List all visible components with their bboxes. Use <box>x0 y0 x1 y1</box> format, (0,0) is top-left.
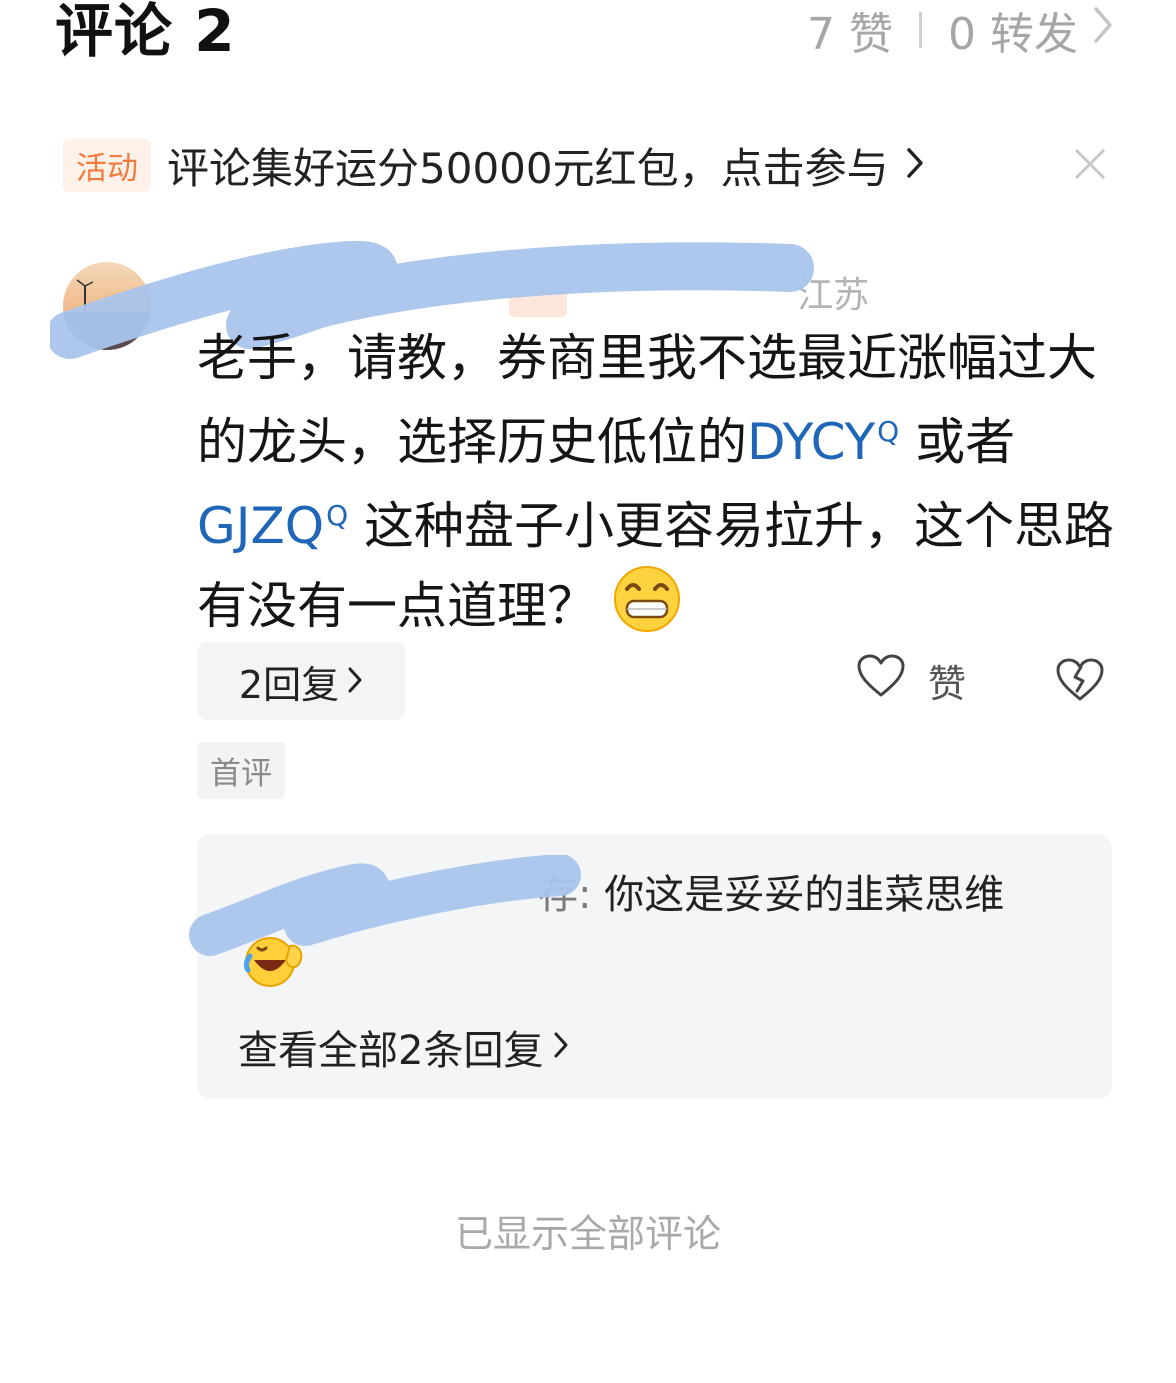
chevron-right-icon[interactable] <box>905 146 925 184</box>
likes-count[interactable]: 7 赞 <box>807 0 893 62</box>
like-button[interactable]: 赞 <box>856 652 966 708</box>
search-icon: Q <box>326 499 349 532</box>
avatar[interactable] <box>63 262 151 350</box>
stock-link-gjzq[interactable]: GJZQQ <box>197 497 348 555</box>
activity-banner[interactable]: 活动 评论集好运分50000元红包，点击参与 <box>63 137 925 193</box>
all-comments-shown-note: 已显示全部评论 <box>454 1212 721 1256</box>
like-label[interactable]: 赞 <box>928 653 966 708</box>
chevron-right-icon <box>347 659 363 703</box>
comments-title: 评论 2 <box>55 0 236 65</box>
activity-tag: 活动 <box>63 138 151 192</box>
laugh-cry-emoji-icon <box>242 930 308 1012</box>
header-stats: 7 赞 0 转发 <box>807 4 1114 60</box>
forwards-count[interactable]: 0 转发 <box>948 0 1078 62</box>
activity-text[interactable]: 评论集好运分50000元红包，点击参与 <box>167 135 889 196</box>
reply-count-button[interactable]: 2回复 <box>197 642 405 720</box>
reply-count-label: 2回复 <box>238 662 340 707</box>
heart-icon[interactable] <box>856 653 906 708</box>
chevron-right-icon[interactable] <box>553 1024 569 1070</box>
close-icon[interactable] <box>1071 145 1109 183</box>
stock-keyword[interactable]: DYCY <box>747 413 875 471</box>
reply-preview[interactable]: 存: 你这是妥妥的韭菜思维 <box>238 860 1068 1012</box>
reply-username-tail: 存: <box>538 872 592 918</box>
comment-meta: 江苏 <box>509 266 869 318</box>
stock-keyword[interactable]: GJZQ <box>197 497 324 555</box>
first-comment-tag: 首评 <box>197 742 285 799</box>
user-badge <box>509 278 568 317</box>
view-all-replies-link[interactable]: 查看全部2条回复 <box>238 1018 569 1076</box>
broken-heart-icon[interactable] <box>1055 655 1105 705</box>
view-all-label[interactable]: 查看全部2条回复 <box>238 1018 543 1076</box>
chevron-right-icon[interactable] <box>1092 5 1114 56</box>
comment-text-part: 或者 <box>899 413 1016 471</box>
comment-text: 老手，请教，券商里我不选最近涨幅过大的龙头，选择历史低位的DYCYQ 或者GJZ… <box>197 322 1117 655</box>
divider <box>919 12 923 48</box>
grin-emoji-icon <box>611 563 683 655</box>
comment-location: 江苏 <box>797 275 870 316</box>
reply-text: 你这是妥妥的韭菜思维 <box>591 872 1005 918</box>
search-icon: Q <box>877 415 900 448</box>
stock-link-dycy[interactable]: DYCYQ <box>747 413 899 471</box>
